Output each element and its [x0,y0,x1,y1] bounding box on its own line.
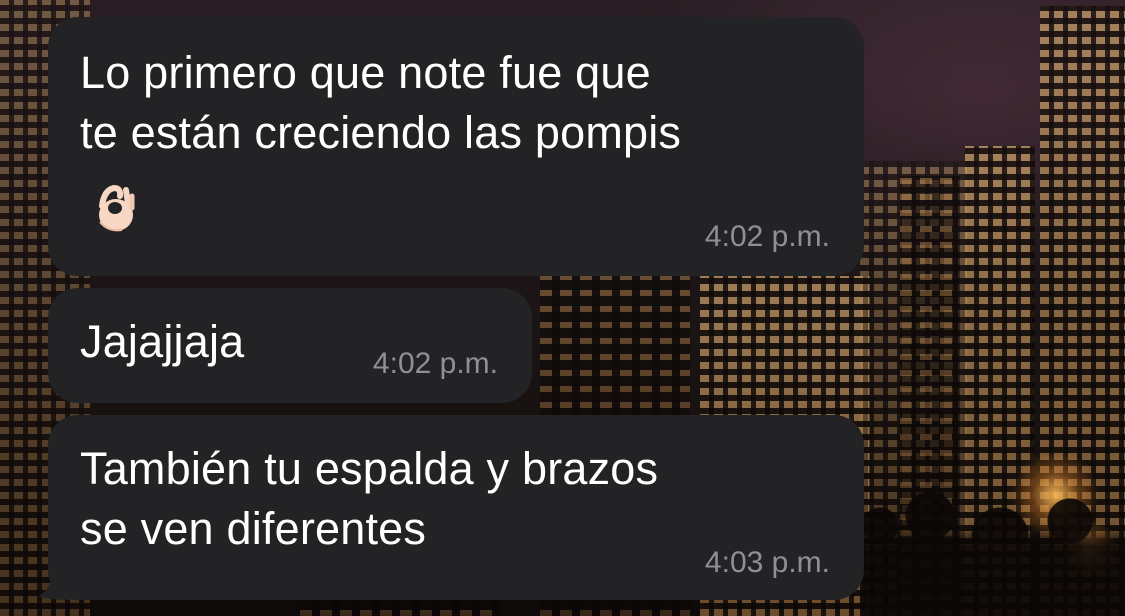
ok-hand-emoji [99,184,135,232]
chat-screen: Lo primero que note fue que te están cre… [0,0,1125,616]
message-text: También tu espalda y brazos se ven difer… [80,443,659,554]
wallpaper-trees [860,486,1125,616]
message-bubble[interactable]: También tu espalda y brazos se ven difer… [48,415,864,600]
message-timestamp: 4:03 p.m. [704,546,830,579]
message-bubble[interactable]: Lo primero que note fue que te están cre… [48,17,864,276]
message-text: Lo primero que note fue que te están cre… [80,47,682,158]
message-timestamp: 4:02 p.m. [704,220,830,253]
message-timestamp: 4:02 p.m. [372,347,498,380]
bubble-tail [38,566,70,600]
message-text: Jajajjaja [80,316,245,367]
message-bubble[interactable]: Jajajjaja 4:02 p.m. [48,288,532,403]
